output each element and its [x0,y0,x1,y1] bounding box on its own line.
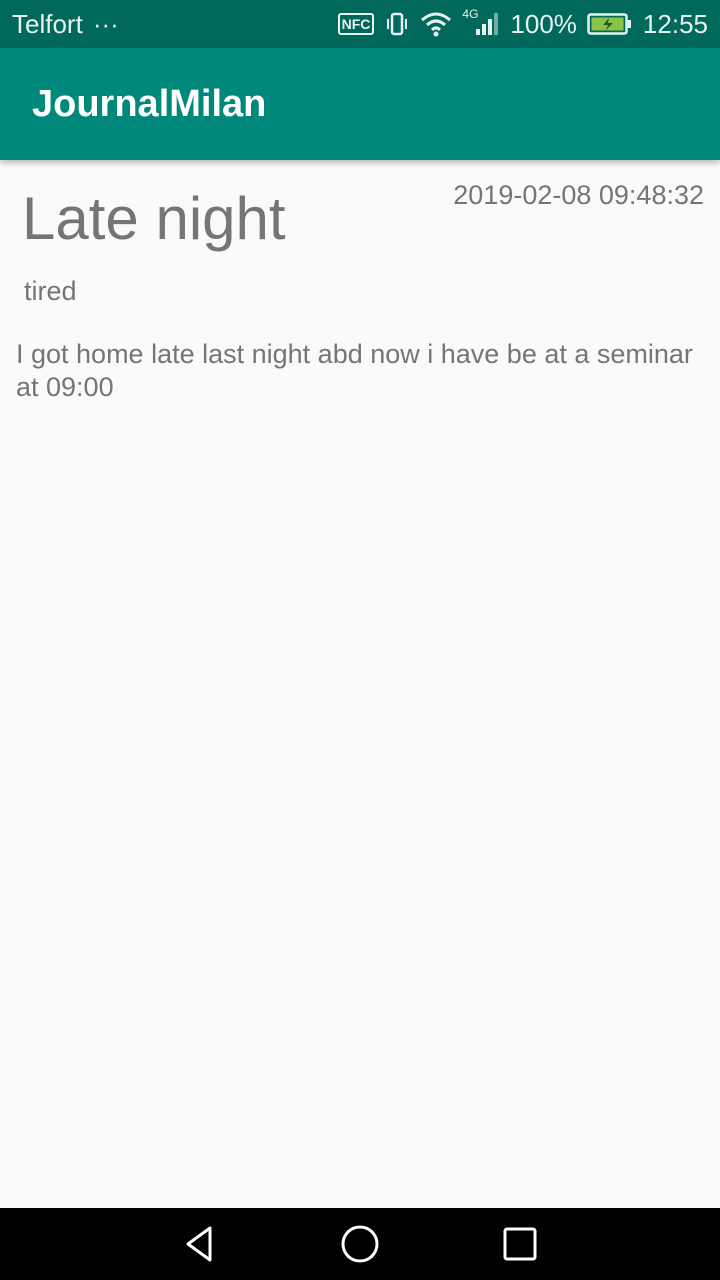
wifi-icon [420,11,452,37]
home-button[interactable] [330,1214,390,1274]
app-title: JournalMilan [32,82,267,125]
entry-date: 2019-02-08 09:48:32 [453,180,704,210]
entry-body: I got home late last night abd now i hav… [16,339,693,402]
entry-mood: tired [24,276,77,306]
back-icon [186,1226,212,1262]
navigation-bar [0,1208,720,1280]
status-left: Telfort ··· [12,9,119,40]
back-button[interactable] [170,1214,230,1274]
vibrate-icon [384,11,410,37]
entry-title: Late night [22,185,286,252]
network-type-label: 4G [462,7,479,21]
status-right: NFC 4G 100% 12:55 [337,7,708,40]
battery-percent-label: 100% [510,8,577,39]
clock-label: 12:55 [642,8,708,39]
app-bar: JournalMilan [0,48,720,160]
carrier-label: Telfort [12,8,83,39]
signal-icon: 4G [462,7,500,37]
recents-button[interactable] [490,1214,550,1274]
status-bar: Telfort ··· NFC 4G 100% 12:55 [0,0,720,48]
battery-charging-icon [587,12,633,36]
home-icon [341,1225,379,1263]
nfc-icon: NFC [337,13,375,35]
more-notifications-icon: ··· [92,8,119,39]
journal-entry-detail: Late night 2019-02-08 09:48:32 tired I g… [0,160,720,1208]
recents-icon [503,1227,537,1261]
